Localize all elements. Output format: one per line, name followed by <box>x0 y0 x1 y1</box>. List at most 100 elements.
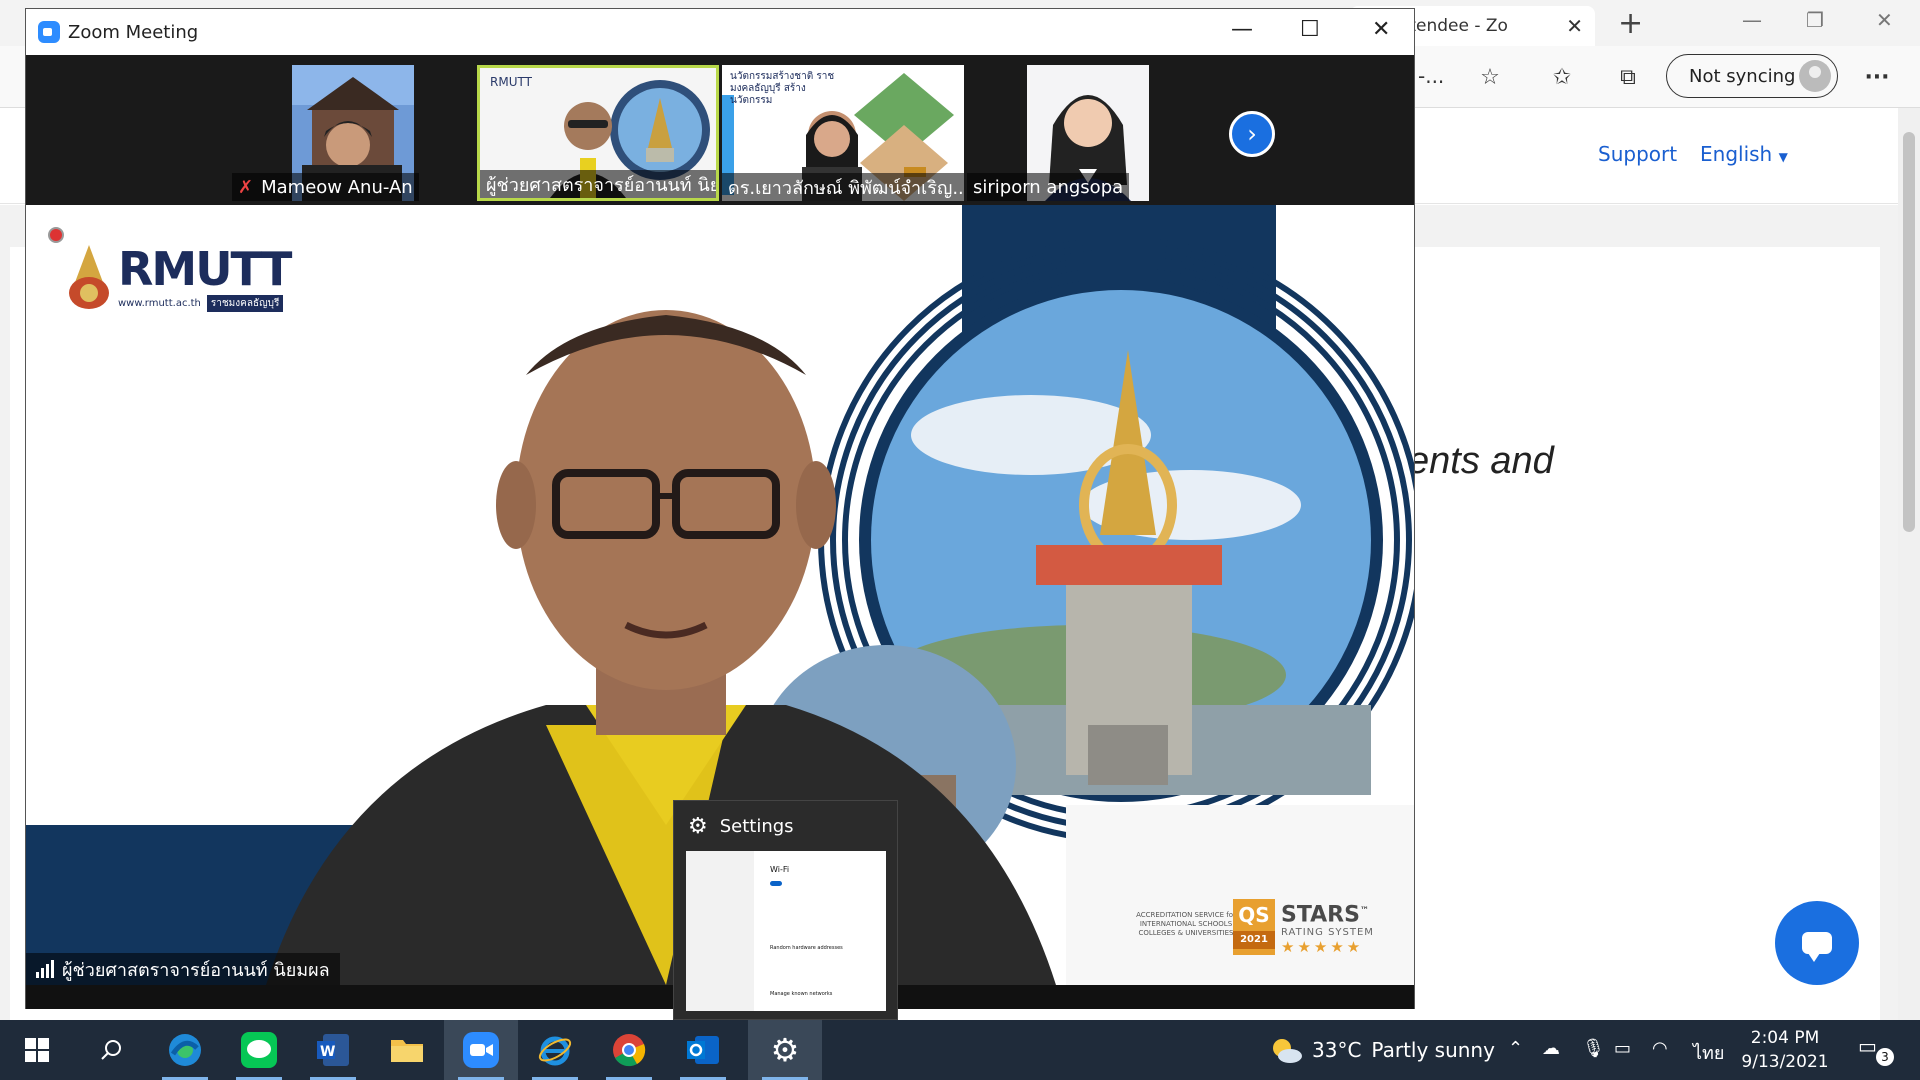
participant-video[interactable]: ✗ Mameow Anu-An <box>232 65 474 201</box>
rmutt-url: www.rmutt.ac.th <box>118 298 201 309</box>
address-bar[interactable]: -... <box>1418 64 1444 88</box>
profile-sync-button[interactable]: Not syncing <box>1666 54 1838 98</box>
accreditation-text: ACCREDITATION SERVICE for INTERNATIONAL … <box>1136 911 1236 937</box>
preview-subheading: Random hardware addresses <box>770 945 843 951</box>
zoom-icon <box>463 1032 499 1068</box>
onedrive-icon[interactable]: ☁ <box>1542 1038 1560 1059</box>
weather-text: Partly sunny <box>1371 1038 1495 1062</box>
close-window-icon[interactable]: ✕ <box>1372 17 1390 42</box>
scrollbar-thumb[interactable] <box>1903 132 1915 532</box>
chat-icon <box>1802 932 1832 962</box>
internet-explorer-icon <box>538 1036 572 1066</box>
collections-icon[interactable]: ⧉ <box>1611 60 1645 94</box>
favorites-icon[interactable]: ✩ <box>1545 60 1579 94</box>
participant-name: ดร.เยาวลักษณ์ พิพัฒน์จำเริญ... <box>722 173 964 201</box>
weather-temp: 33°C <box>1312 1038 1362 1062</box>
taskbar-chrome[interactable] <box>592 1020 666 1080</box>
settings-preview-header: ⚙ Settings <box>674 801 897 851</box>
word-icon: W <box>317 1034 349 1066</box>
taskbar-outlook[interactable] <box>666 1020 740 1080</box>
chevron-right-icon: › <box>1247 120 1257 148</box>
avatar <box>1799 60 1831 92</box>
muted-mic-icon: ✗ <box>238 176 254 198</box>
participant-name: ✗ Mameow Anu-An <box>232 173 419 201</box>
zoom-logo-icon <box>38 21 60 43</box>
rmutt-emblem-icon <box>69 245 109 309</box>
participant-video-active[interactable]: RMUTT ผู้ช่วยศาสตราจารย์อานนท์ นิย... <box>477 65 719 201</box>
signal-strength-icon <box>36 960 54 978</box>
slide-banner-text: นวัตกรรมสร้างชาติ ราชมงคลธัญบุรี สร้างนว… <box>730 71 835 106</box>
taskbar: W ⚙ 33°C Partly sunny ⌃ ☁ 🎙 ▭ ◠ ไทย 2:04… <box>0 1020 1920 1080</box>
microphone-icon[interactable]: 🎙 <box>1582 1038 1605 1059</box>
add-favorite-icon[interactable]: ☆ <box>1473 60 1507 94</box>
restore-icon[interactable]: ❐ <box>1806 8 1824 32</box>
taskbar-word[interactable]: W <box>296 1020 370 1080</box>
toggle-icon <box>770 881 782 886</box>
taskbar-file-explorer[interactable] <box>370 1020 444 1080</box>
battery-icon[interactable]: ▭ <box>1614 1038 1631 1059</box>
qs-stars-badge: QS 2021 STARS™ RATING SYSTEM ★★★★★ <box>1233 899 1374 956</box>
notification-count: 3 <box>1876 1048 1894 1066</box>
language-dropdown[interactable]: English ▼ <box>1700 142 1788 166</box>
page-scrollbar[interactable] <box>1898 108 1920 1020</box>
chrome-icon <box>613 1034 646 1067</box>
search-button[interactable] <box>74 1020 148 1080</box>
line-app-icon <box>241 1032 277 1068</box>
participant-name-text: Mameow Anu-An <box>261 176 413 198</box>
chevron-up-icon[interactable]: ⌃ <box>1508 1038 1523 1059</box>
minimize-icon[interactable]: — <box>1742 8 1762 32</box>
new-tab-icon[interactable]: + <box>1618 6 1643 41</box>
chat-button[interactable] <box>1775 901 1859 985</box>
participant-video[interactable]: siriporn angsopa <box>967 65 1209 201</box>
start-button[interactable] <box>0 1020 74 1080</box>
settings-preview-thumbnail[interactable]: Wi-Fi Random hardware addresses Manage k… <box>686 851 886 1011</box>
settings-sidebar <box>686 851 754 1011</box>
close-window-icon[interactable]: ✕ <box>1876 8 1893 32</box>
participant-name: ผู้ช่วยศาสตราจารย์อานนท์ นิย... <box>480 170 716 198</box>
qs-icon: QS 2021 <box>1233 899 1275 955</box>
maximize-icon[interactable]: ☐ <box>1300 17 1320 42</box>
rmutt-logo-text: RMUTT <box>118 242 292 296</box>
taskbar-edge[interactable] <box>148 1020 222 1080</box>
notification-center-button[interactable]: ▭ 3 <box>1858 1034 1894 1066</box>
next-page-button[interactable]: › <box>1229 111 1275 157</box>
qs-title: STARS <box>1281 902 1360 928</box>
clock-time: 2:04 PM <box>1750 1028 1820 1048</box>
trademark: ™ <box>1359 906 1369 916</box>
qs-subtitle: RATING SYSTEM <box>1281 927 1374 939</box>
recording-icon <box>48 227 64 243</box>
speaker-name: ผู้ช่วยศาสตราจารย์อานนท์ นิยมผล <box>62 959 330 981</box>
star-rating-icon: ★★★★★ <box>1281 938 1364 957</box>
partly-sunny-icon <box>1273 1039 1302 1063</box>
gear-icon: ⚙ <box>770 1031 800 1069</box>
support-link[interactable]: Support <box>1598 142 1677 166</box>
search-icon <box>101 1040 121 1060</box>
preview-heading: Wi-Fi <box>770 865 790 874</box>
settings-preview-popup[interactable]: ⚙ Settings Wi-Fi Random hardware addresse… <box>673 800 898 1020</box>
taskbar-zoom[interactable] <box>444 1020 518 1080</box>
active-speaker-label: ผู้ช่วยศาสตราจารย์อานนท์ นิยมผล <box>26 953 340 985</box>
qs-year: 2021 <box>1233 931 1275 949</box>
taskbar-line[interactable] <box>222 1020 296 1080</box>
minimize-icon[interactable]: — <box>1231 17 1253 42</box>
input-language[interactable]: ไทย <box>1693 1038 1724 1067</box>
sync-label: Not syncing <box>1689 65 1796 87</box>
outlook-icon <box>687 1036 719 1064</box>
settings-preview-title: Settings <box>719 815 794 837</box>
weather-widget[interactable]: 33°C Partly sunny <box>1270 1036 1495 1064</box>
zoom-title-bar[interactable]: Zoom Meeting — ☐ ✕ <box>26 9 1414 55</box>
participant-video[interactable]: นวัตกรรมสร้างชาติ ราชมงคลธัญบุรี สร้างนว… <box>722 65 964 201</box>
folder-icon <box>391 1040 423 1062</box>
more-menu-icon[interactable]: ··· <box>1860 60 1894 94</box>
wifi-icon[interactable]: ◠ <box>1652 1038 1668 1059</box>
svg-text:W: W <box>320 1044 335 1060</box>
language-label: English <box>1700 142 1773 166</box>
close-tab-icon[interactable]: ✕ <box>1566 14 1583 38</box>
notification-icon: ▭ <box>1858 1034 1877 1058</box>
clock[interactable]: 2:04 PM 9/13/2021 <box>1730 1026 1840 1074</box>
taskbar-internet-explorer[interactable] <box>518 1020 592 1080</box>
caret-down-icon: ▼ <box>1778 150 1788 164</box>
taskbar-settings[interactable]: ⚙ <box>748 1020 822 1080</box>
participant-name: siriporn angsopa <box>967 173 1130 201</box>
windows-icon <box>25 1038 49 1062</box>
